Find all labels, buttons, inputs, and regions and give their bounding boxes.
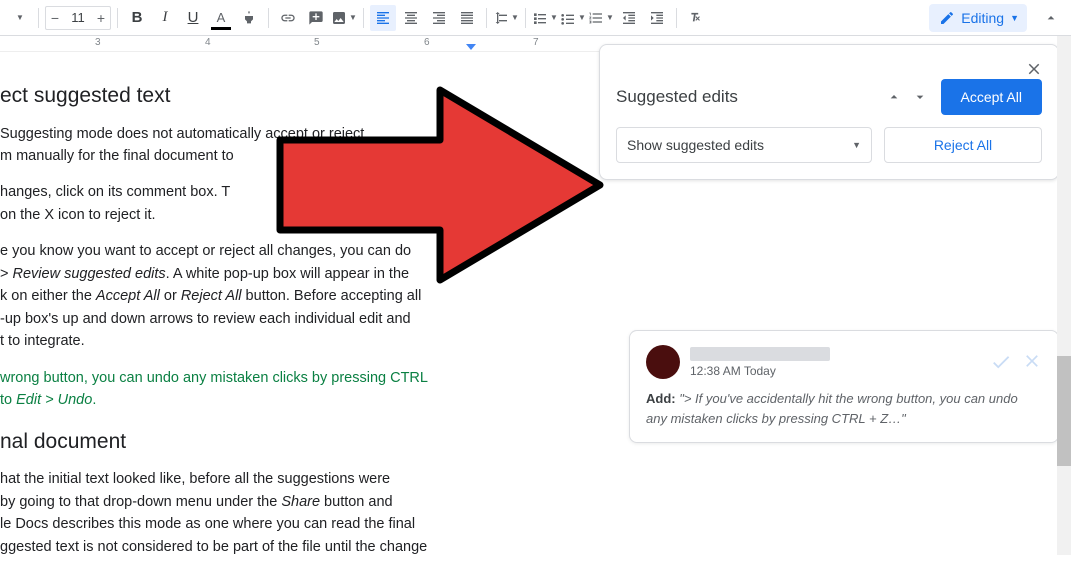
styles-dropdown[interactable]: ▼	[6, 5, 32, 31]
ruler-tick: 6	[424, 37, 430, 48]
separator	[38, 8, 39, 28]
reject-all-button[interactable]: Reject All	[884, 127, 1042, 163]
underline-button[interactable]: U	[180, 5, 206, 31]
editing-mode-dropdown[interactable]: Editing ▼	[929, 4, 1027, 32]
toolbar: ▼ − + B I U A ▼ ▼ ▼ ▼	[0, 0, 1071, 36]
show-suggested-edits-dropdown[interactable]: Show suggested edits ▼	[616, 127, 872, 163]
reject-suggestion-button[interactable]	[1022, 351, 1042, 373]
accept-all-button[interactable]: Accept All	[941, 79, 1042, 115]
clear-formatting-button[interactable]	[683, 5, 709, 31]
add-comment-button[interactable]	[303, 5, 329, 31]
add-text: "> If you've accidentally hit the wrong …	[646, 391, 1018, 426]
ruler-tick: 3	[95, 37, 101, 48]
chevron-down-icon: ▼	[852, 140, 861, 150]
accept-suggestion-button[interactable]	[990, 351, 1012, 373]
separator	[268, 8, 269, 28]
suggested-edits-panel: Suggested edits Accept All Show suggeste…	[599, 44, 1059, 188]
decrease-indent-button[interactable]	[616, 5, 642, 31]
suggestion-comment-card[interactable]: 12:38 AM Today Add: "> If you've acciden…	[629, 330, 1059, 443]
font-size-input[interactable]	[64, 10, 92, 25]
align-right-button[interactable]	[426, 5, 452, 31]
scrollbar-thumb[interactable]	[1057, 356, 1071, 466]
separator	[486, 8, 487, 28]
increase-indent-button[interactable]	[644, 5, 670, 31]
numbered-list-button[interactable]: ▼	[588, 5, 614, 31]
paragraph: hat the initial text looked like, before…	[0, 468, 580, 558]
align-center-button[interactable]	[398, 5, 424, 31]
user-avatar	[646, 345, 680, 379]
document-content[interactable]: ect suggested text Suggesting mode does …	[0, 52, 580, 572]
pencil-icon	[939, 10, 955, 26]
chevron-down-icon: ▼	[1010, 13, 1019, 23]
vertical-scrollbar[interactable]	[1057, 36, 1071, 555]
close-panel-button[interactable]	[1022, 57, 1046, 81]
separator	[363, 8, 364, 28]
heading: ect suggested text	[0, 80, 580, 113]
line-spacing-button[interactable]: ▼	[493, 5, 519, 31]
text-color-button[interactable]: A	[208, 5, 234, 31]
italic-button[interactable]: I	[152, 5, 178, 31]
prev-edit-button[interactable]	[883, 86, 905, 108]
font-size-control: − +	[45, 6, 111, 30]
editing-mode-label: Editing	[961, 10, 1004, 26]
ruler-tick: 4	[205, 37, 211, 48]
separator	[525, 8, 526, 28]
suggestion-timestamp: 12:38 AM Today	[690, 364, 830, 378]
panel-title: Suggested edits	[616, 87, 873, 107]
next-edit-button[interactable]	[909, 86, 931, 108]
collapse-toolbar-button[interactable]	[1037, 4, 1065, 32]
ruler-tick: 5	[314, 37, 320, 48]
paragraph: hanges, click on its comment box. Ton th…	[0, 181, 580, 226]
checklist-button[interactable]: ▼	[532, 5, 558, 31]
insert-image-button[interactable]: ▼	[331, 5, 357, 31]
paragraph: e you know you want to accept or reject …	[0, 240, 580, 352]
suggestion-body: Add: "> If you've accidentally hit the w…	[646, 389, 1042, 428]
bold-button[interactable]: B	[124, 5, 150, 31]
insert-link-button[interactable]	[275, 5, 301, 31]
dropdown-label: Show suggested edits	[627, 137, 764, 153]
suggested-text: wrong button, you can undo any mistaken …	[0, 367, 580, 412]
separator	[676, 8, 677, 28]
font-size-increase[interactable]: +	[92, 10, 110, 26]
ruler-tick: 7	[533, 37, 539, 48]
font-size-decrease[interactable]: −	[46, 10, 64, 26]
paragraph: Suggesting mode does not automatically a…	[0, 123, 580, 168]
separator	[117, 8, 118, 28]
add-label: Add:	[646, 391, 676, 406]
bulleted-list-button[interactable]: ▼	[560, 5, 586, 31]
align-left-button[interactable]	[370, 5, 396, 31]
user-name-redacted	[690, 347, 830, 361]
highlight-button[interactable]	[236, 5, 262, 31]
align-justify-button[interactable]	[454, 5, 480, 31]
heading: nal document	[0, 426, 580, 459]
indent-marker[interactable]	[466, 44, 476, 50]
